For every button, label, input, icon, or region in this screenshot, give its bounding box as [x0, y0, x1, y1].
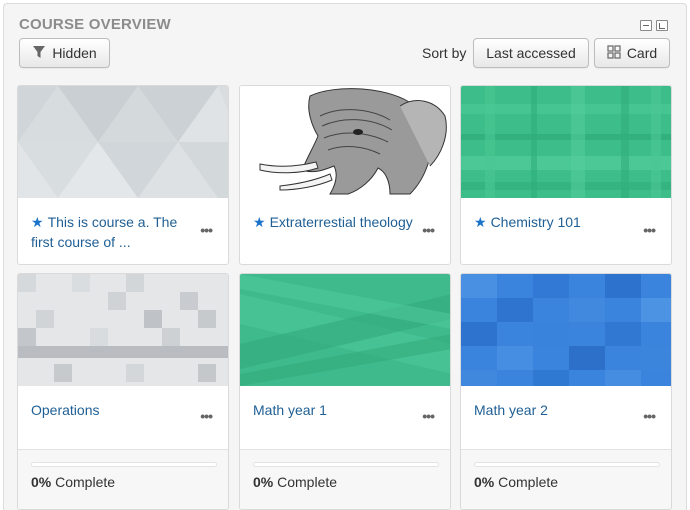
filter-icon — [32, 45, 46, 62]
view-mode-button[interactable]: Card — [594, 38, 670, 68]
more-options-icon[interactable]: ••• — [200, 408, 213, 424]
course-title-link[interactable]: Math year 2 — [474, 400, 634, 420]
course-title-link[interactable]: ★ Chemistry 101 — [474, 212, 634, 232]
progress-bar — [31, 462, 217, 467]
sort-dropdown-button[interactable]: Last accessed — [473, 38, 589, 68]
minimize-icon[interactable] — [640, 20, 652, 31]
progress-section: 0% Complete — [461, 449, 671, 509]
progress-bar — [474, 462, 660, 467]
course-card[interactable]: Operations ••• 0% Complete — [17, 273, 229, 510]
course-image[interactable] — [18, 274, 228, 386]
sort-value-label: Last accessed — [486, 45, 576, 61]
filter-hidden-label: Hidden — [52, 45, 97, 61]
course-card[interactable]: Math year 1 ••• 0% Complete — [239, 273, 451, 510]
star-icon: ★ — [31, 214, 44, 230]
star-icon: ★ — [474, 214, 487, 230]
course-image[interactable] — [461, 274, 671, 386]
star-icon: ★ — [253, 214, 266, 230]
course-title-link[interactable]: ★ Extraterrestial theology — [253, 212, 413, 232]
progress-text: 0% Complete — [474, 474, 559, 490]
course-image[interactable] — [240, 86, 450, 198]
progress-text: 0% Complete — [31, 474, 116, 490]
course-image[interactable] — [240, 274, 450, 386]
sort-by-label: Sort by — [422, 45, 467, 61]
course-image[interactable] — [461, 86, 671, 198]
grid-icon — [607, 44, 621, 62]
block-controls — [640, 20, 668, 31]
course-card[interactable]: ★ Chemistry 101 ••• — [460, 85, 672, 265]
dock-icon[interactable] — [656, 20, 668, 31]
more-options-icon[interactable]: ••• — [643, 408, 656, 424]
progress-section: 0% Complete — [240, 449, 450, 509]
block-title: COURSE OVERVIEW — [19, 16, 171, 33]
more-options-icon[interactable]: ••• — [422, 222, 435, 238]
course-card[interactable]: ★ Extraterrestial theology ••• — [239, 85, 451, 265]
more-options-icon[interactable]: ••• — [422, 408, 435, 424]
course-image[interactable] — [18, 86, 228, 198]
course-title-link[interactable]: Operations — [31, 400, 191, 420]
progress-bar — [253, 462, 439, 467]
course-title-link[interactable]: Math year 1 — [253, 400, 413, 420]
more-options-icon[interactable]: ••• — [643, 222, 656, 238]
progress-section: 0% Complete — [18, 449, 228, 509]
view-mode-label: Card — [626, 45, 658, 61]
course-card[interactable]: Math year 2 ••• 0% Complete — [460, 273, 672, 510]
more-options-icon[interactable]: ••• — [200, 222, 213, 238]
course-card[interactable]: ★ This is course a. The first course of .… — [17, 85, 229, 265]
progress-text: 0% Complete — [253, 474, 338, 490]
filter-hidden-button[interactable]: Hidden — [19, 38, 110, 68]
course-title-link[interactable]: ★ This is course a. The first course of .… — [31, 212, 191, 252]
